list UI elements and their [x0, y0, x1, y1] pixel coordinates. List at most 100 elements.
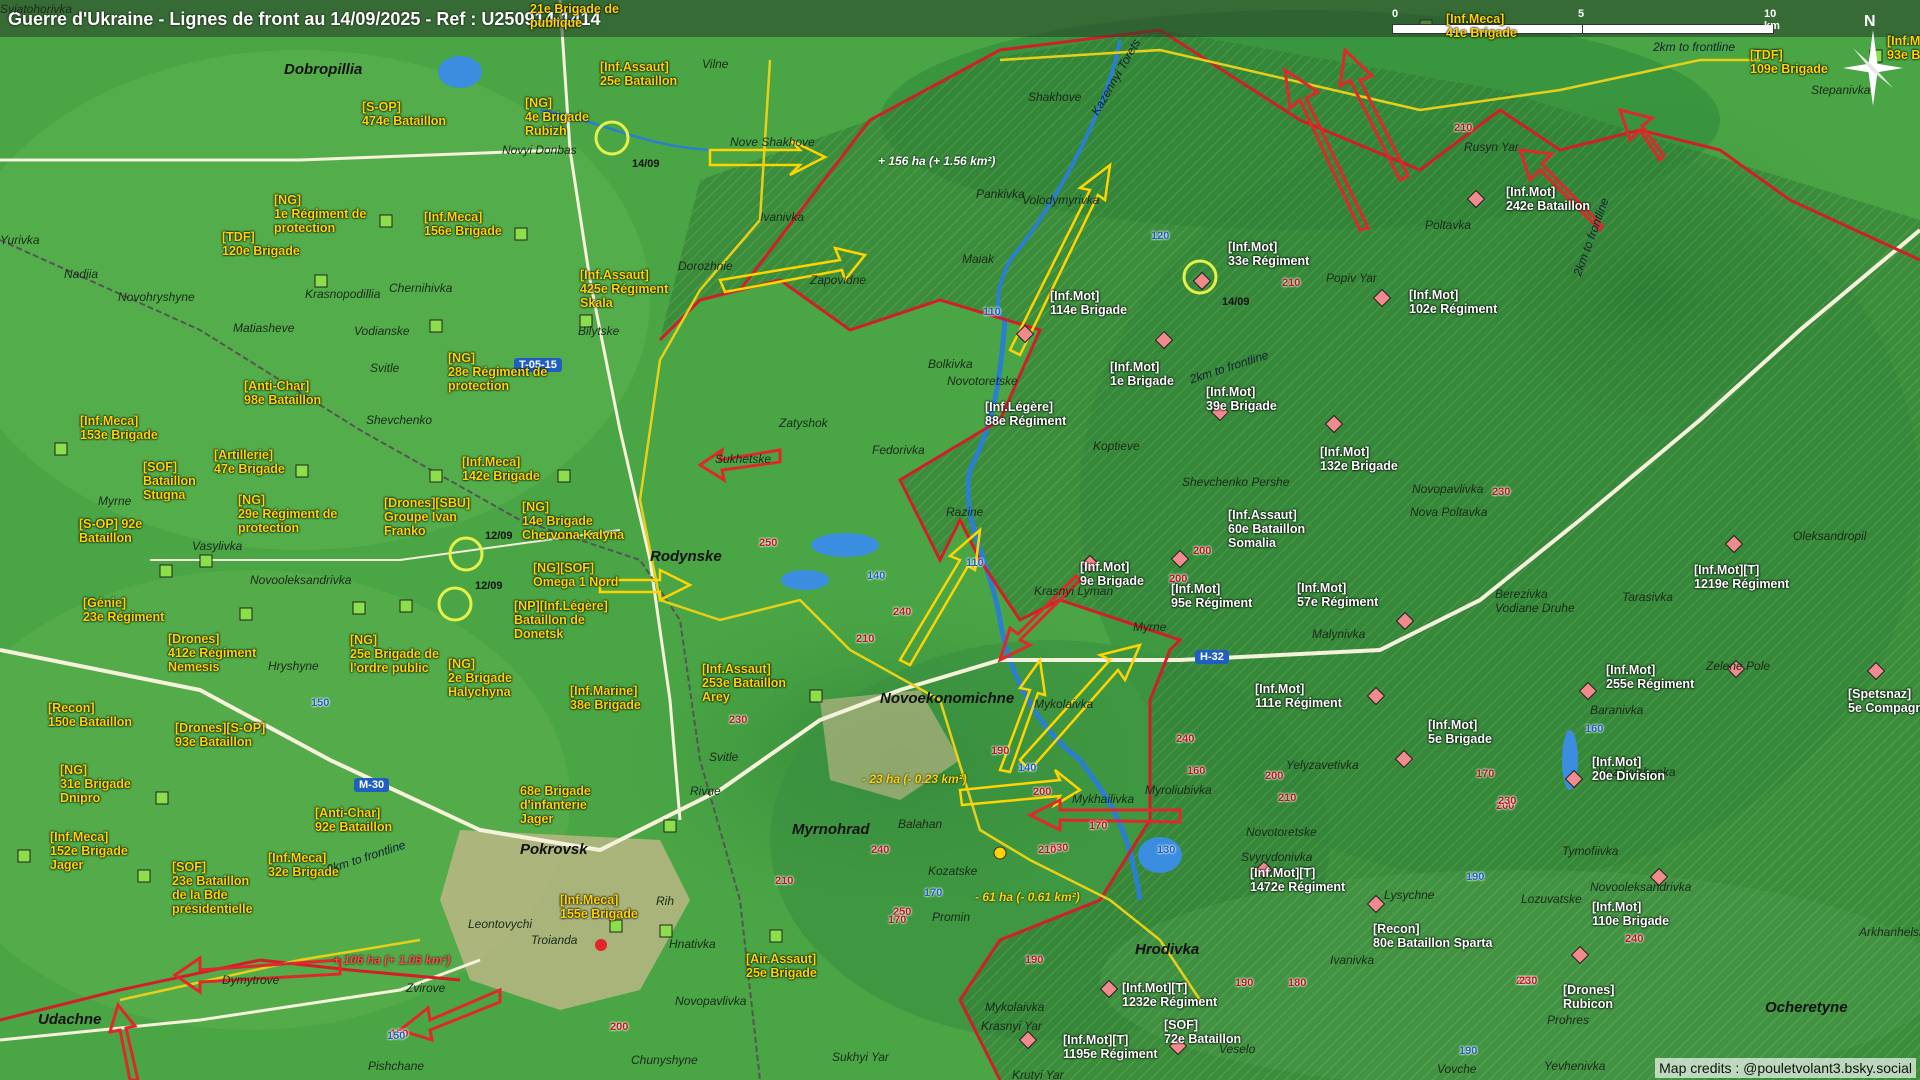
ru-unit-label: [Drones] Rubicon	[1563, 983, 1615, 1011]
ua-unit-label: [TDF] 109e Brigade	[1750, 48, 1828, 76]
ua-unit-label: [NG] 14e Brigade Chervona Kalyna	[522, 500, 625, 542]
place-label: Rih	[656, 894, 675, 908]
place-label: Yevhenivka	[1544, 1059, 1606, 1073]
road-number-label: 190	[1459, 1045, 1478, 1057]
ua-unit-label: [Anti-Char] 98e Bataillon	[244, 379, 322, 407]
ua-unit-label: [SOF] Bataillon Stugna	[143, 460, 196, 502]
place-label: Dymytrove	[222, 973, 280, 987]
ua-unit-label: [S-OP] 474e Bataillon	[362, 100, 447, 128]
place-label: Tarasivka	[1622, 590, 1673, 604]
place-label: Bilytske	[578, 324, 620, 338]
road-number-label: 120	[1151, 230, 1170, 242]
map-canvas[interactable]: Guerre d'Ukraine - Lignes de front au 14…	[0, 0, 1920, 1080]
place-label: Chernihivka	[389, 281, 453, 295]
ua-unit-label: [S-OP] 92e Bataillon	[79, 517, 143, 545]
town-label: Pokrovsk	[520, 841, 588, 858]
ua-unit-label: 68e Brigade d'infanterie Jager	[520, 784, 591, 826]
place-label: Svitle	[370, 361, 400, 375]
place-label: Vasylivka	[192, 539, 243, 553]
road-number-label: 180	[1288, 977, 1307, 989]
place-label: Tymofiivka	[1562, 844, 1619, 858]
town-label: Udachne	[38, 1011, 102, 1028]
ru-unit-label: [Inf.Mot] 5e Brigade	[1428, 718, 1492, 746]
town-label: Hrodivka	[1135, 941, 1200, 958]
place-label: Krutyi Yar	[1012, 1068, 1064, 1080]
place-label: Dorozhnie	[678, 259, 733, 273]
ua-unit-label: [Inf.Meca] 41e Brigade	[1446, 12, 1517, 40]
place-label: Troianda	[531, 933, 578, 947]
area-change-label: + 156 ha (+ 1.56 km²)	[878, 154, 996, 168]
ua-unit-label: [Recon] 150e Bataillon	[48, 701, 133, 729]
town-label: Ocheretyne	[1765, 999, 1848, 1016]
road-number-label: 170	[1089, 820, 1108, 832]
ua-unit-label: [Air.Assaut] 25e Brigade	[746, 952, 817, 980]
ua-unit-label: [Inf.Assaut] 25e Bataillon	[600, 60, 678, 88]
place-label: Nove Shakhove	[730, 135, 815, 149]
road-number-label: 190	[1466, 871, 1485, 883]
place-label: Pankivka	[976, 187, 1025, 201]
ua-unit-label: [TDF] 120e Brigade	[222, 230, 300, 258]
ru-unit-label: [Inf.Mot] 1e Brigade	[1110, 360, 1174, 388]
road-number-label: 190	[1025, 954, 1044, 966]
place-label: Vodianske	[354, 324, 410, 338]
road-number-label: 210	[856, 633, 875, 645]
strike-date-label: 14/09	[632, 158, 660, 170]
place-label: Sukhyi Yar	[832, 1050, 889, 1064]
place-label: Sukhetske	[715, 452, 772, 466]
ua-unit-label: [NP][Inf.Légère] Bataillon de Donetsk	[514, 599, 608, 641]
ua-unit-label: 21e Brigade de publique	[530, 2, 619, 30]
place-label: Baranivka	[1590, 703, 1644, 717]
ua-unit-label: [NG] 2e Brigade Halychyna	[448, 657, 512, 699]
town-label: Dobropillia	[284, 61, 363, 78]
place-label: Nadiia	[64, 267, 99, 281]
place-label: Balahan	[898, 817, 943, 831]
town-label: Myrnohrad	[792, 821, 870, 838]
place-label: Matiasheve	[233, 321, 295, 335]
ua-unit-label: [Drones][SBU] Groupe Ivan Franko	[384, 496, 471, 538]
road-number-label: 140	[1018, 762, 1037, 774]
map-credit: Map credits : @pouletvolant3.bsky.social	[1655, 1058, 1916, 1078]
place-label: Rusyn Yar	[1464, 140, 1519, 154]
ua-unit-label: [Drones] 412e Régiment Nemesis	[168, 632, 257, 674]
ua-unit-label: [Inf.Meca] 142e Brigade	[462, 455, 540, 483]
ru-unit-label: [Inf.Mot] 39e Brigade	[1206, 385, 1277, 413]
place-label: Myrne	[98, 494, 132, 508]
road-number-label: 110	[966, 557, 984, 569]
place-label: Razine	[946, 505, 984, 519]
ua-unit-label: [NG][SOF] Omega 1 Nord	[533, 561, 619, 589]
place-label: Vovche	[1437, 1062, 1477, 1076]
ru-unit-label: [Inf.Mot] 255e Régiment	[1606, 663, 1695, 691]
place-label: Mykolaivka	[985, 1000, 1045, 1014]
place-label: Chunyshyne	[631, 1053, 698, 1067]
road-number-label: 240	[871, 844, 890, 856]
road-number-label: 250	[759, 537, 778, 549]
ua-unit-label: [SOF] 23e Bataillon de la Bde présidenti…	[172, 860, 253, 916]
ru-unit-label: [Inf.Assaut] 60e Bataillon Somalia	[1228, 508, 1306, 550]
place-label: Stepanivka	[1811, 83, 1871, 97]
ru-unit-label: [Inf.Mot] 95e Régiment	[1171, 582, 1253, 610]
ru-unit-label: [Inf.Mot][T] 1472e Régiment	[1250, 866, 1346, 894]
place-label: Nova Poltavka	[1410, 505, 1488, 519]
road-number-label: 190	[991, 745, 1010, 757]
ua-unit-label: [Drones][S-OP] 93e Bataillon	[175, 721, 266, 749]
ru-unit-label: [Inf.Mot][T] 1232e Régiment	[1122, 981, 1218, 1009]
ru-unit-label: [Inf.Mot] 110e Brigade	[1592, 900, 1670, 928]
ua-unit-label: [NG] 25e Brigade de l'ordre public	[350, 633, 439, 675]
road-number-label: 240	[1176, 733, 1195, 745]
road-number-label: 170	[924, 887, 943, 899]
road-number-label: 210	[1038, 844, 1057, 856]
road-number-label: 240	[1625, 933, 1644, 945]
place-label: Novooleksandrivka	[250, 573, 352, 587]
strike-date-label: 12/09	[475, 580, 503, 592]
place-label: Zapovidne	[810, 273, 867, 287]
ua-unit-label: [Inf.Meca] 156e Brigade	[424, 210, 502, 238]
road-number-label: 210	[1282, 277, 1301, 289]
area-change-label: + 106 ha (+ 1.06 km²)	[333, 953, 451, 967]
place-label: Fedorivka	[872, 443, 925, 457]
map-title: Guerre d'Ukraine - Lignes de front au 14…	[8, 9, 601, 29]
place-label: Zelene Pole	[1706, 659, 1771, 673]
ru-unit-label: [SOF] 72e Bataillon	[1164, 1018, 1242, 1046]
place-label: Lozuvatske	[1521, 892, 1582, 906]
town-marker-icon	[993, 846, 1007, 860]
road-number-label: 230	[729, 714, 748, 726]
